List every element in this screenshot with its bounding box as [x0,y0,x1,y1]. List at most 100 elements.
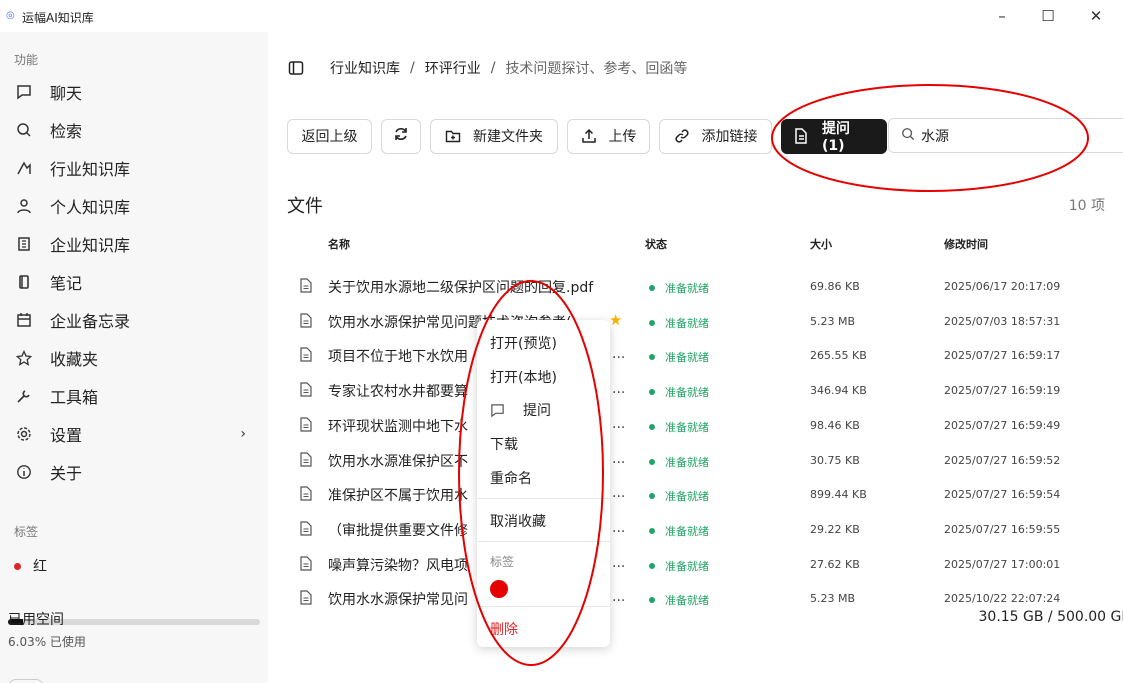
sidebar-item-search[interactable]: 检索 [0,112,268,148]
files-count: 10 项 [1068,198,1105,214]
menu-item-label: 打开(预览) [490,336,557,352]
files-title: 文件 [287,196,323,217]
sidebar-item-label: 行业知识库 [50,160,131,179]
status-badge: 准备就绪 [649,592,709,608]
file-name[interactable]: 饮用水水源保护常见问 [328,589,468,609]
file-size: 98.46 KB [810,418,860,432]
file-name[interactable]: 准保护区不属于饮用水 [328,485,468,505]
section-label-function: 功能 [14,53,39,67]
status-text: 准备就绪 [665,282,709,295]
status-dot [649,389,655,396]
sidebar-item-personal-kb[interactable]: 个人知识库 [0,188,268,224]
status-badge: 准备就绪 [649,419,709,435]
add-link-button[interactable]: 添加链接 [659,118,772,154]
menu-divider [477,498,610,499]
close-button[interactable]: ✕ [1073,4,1119,28]
upload-button[interactable]: 上传 [567,118,650,154]
status-dot [649,423,655,430]
menu-item-download[interactable]: 下载 [490,434,518,454]
column-header-modified[interactable]: 修改时间 [944,236,988,252]
ask-button[interactable]: 提问 (1) [781,118,887,154]
file-icon [300,451,312,471]
status-text: 准备就绪 [665,420,709,434]
file-name[interactable]: （审批提供重要文件修 [328,520,468,540]
breadcrumb-item-eia[interactable]: 环评行业 [425,58,481,78]
menu-tags-label: 标签 [490,555,515,569]
maximize-button[interactable]: ☐ [1025,4,1071,28]
status-dot [649,597,655,604]
file-icon [300,347,312,366]
status-text: 准备就绪 [665,455,709,469]
folder-plus-icon [445,128,461,144]
app-logo-icon: ◎ [6,10,15,21]
file-name[interactable]: 噪声算污染物？风电项 [328,555,468,575]
search-input[interactable] [921,127,1101,144]
title-bar: ◎ 运幅AI知识库 – ☐ ✕ [0,0,1123,32]
menu-item-label: 删除 [490,622,518,638]
file-modified: 2025/07/27 16:59:52 [944,453,1061,467]
sidebar-bottom-button[interactable] [8,679,44,683]
status-dot [649,285,655,291]
industry-icon [14,160,34,176]
menu-item-delete[interactable]: 删除 [490,619,518,639]
status-badge: 准备就绪 [649,315,709,331]
file-name[interactable]: 专家让农村水井都要算 [328,381,468,401]
menu-item-label: 提问 [523,403,551,419]
search-box[interactable] [888,118,1123,153]
sidebar-item-label: 个人知识库 [50,198,131,217]
menu-divider [477,541,610,542]
favorite-star-icon: ★ [609,310,623,329]
status-text: 准备就绪 [665,351,709,365]
table-row[interactable]: 关于饮用水源地二级保护区问题的回复.pdf 准备就绪 69.86 KB 2025/06… [0,269,1123,303]
menu-item-open-local[interactable]: 打开(本地) [490,367,557,387]
file-name[interactable]: 项目不位于地下水饮用 [328,346,468,366]
breadcrumb-separator: / [490,60,496,76]
menu-item-rename[interactable]: 重命名 [490,468,532,488]
breadcrumb-item-current: 技术问题探讨、参考、回函等 [505,61,688,77]
file-modified: 2025/07/27 16:59:49 [944,418,1061,432]
minimize-button[interactable]: – [979,4,1025,28]
refresh-icon [393,126,409,146]
menu-item-label: 打开(本地) [490,370,557,386]
status-badge: 准备就绪 [649,558,709,574]
sidebar-toggle-icon[interactable] [288,60,304,76]
file-size: 69.86 KB [810,280,860,293]
file-size: 30.75 KB [810,453,860,467]
column-header-status[interactable]: 状态 [645,236,667,252]
file-name[interactable]: 环评现状监测中地下水 [328,416,468,436]
add-link-label: 添加链接 [701,129,758,145]
file-size: 29.22 KB [810,522,860,536]
breadcrumb-item-industry[interactable]: 行业知识库 [330,58,400,78]
name-ellipsis: ... [612,450,626,467]
menu-item-ask[interactable]: 提问 [490,400,551,420]
ask-label: 提问 (1) [822,121,850,154]
menu-tag-red-dot[interactable] [490,580,508,598]
breadcrumb-separator: / [410,60,415,76]
toolbar: 返回上级 新建文件夹 上传 添加链接 提问 (1) [287,118,896,154]
menu-item-label: 下载 [490,437,518,453]
status-badge: 准备就绪 [649,349,709,365]
file-size: 346.94 KB [810,384,867,398]
status-badge: 准备就绪 [649,523,709,539]
menu-item-open-preview[interactable]: 打开(预览) [490,333,557,353]
file-size: 265.55 KB [810,349,867,363]
menu-item-unfavorite[interactable]: 取消收藏 [490,511,546,531]
sidebar-item-chat[interactable]: 聊天 [0,74,268,110]
column-header-name[interactable]: 名称 [328,236,350,252]
file-modified: 2025/07/27 16:59:54 [944,488,1061,502]
file-name[interactable]: 关于饮用水源地二级保护区问题的回复.pdf [328,277,593,297]
refresh-button[interactable] [381,118,421,154]
sidebar-item-label: 检索 [50,122,83,141]
menu-item-label: 重命名 [490,471,532,487]
sidebar-item-industry-kb[interactable]: 行业知识库 [0,150,268,186]
file-name[interactable]: 饮用水水源准保护区不 [328,451,468,471]
status-badge: 准备就绪 [649,384,709,400]
file-modified: 2025/07/27 16:59:55 [944,522,1061,536]
file-icon [300,417,312,436]
context-menu: 打开(预览) 打开(本地) 提问 下载 重命名 取消收藏 标签 删除 [477,320,610,647]
column-header-size[interactable]: 大小 [810,236,832,252]
file-modified: 2025/07/03 18:57:31 [944,314,1061,328]
back-button[interactable]: 返回上级 [287,118,372,154]
upload-label: 上传 [608,129,637,145]
new-folder-button[interactable]: 新建文件夹 [430,118,558,154]
